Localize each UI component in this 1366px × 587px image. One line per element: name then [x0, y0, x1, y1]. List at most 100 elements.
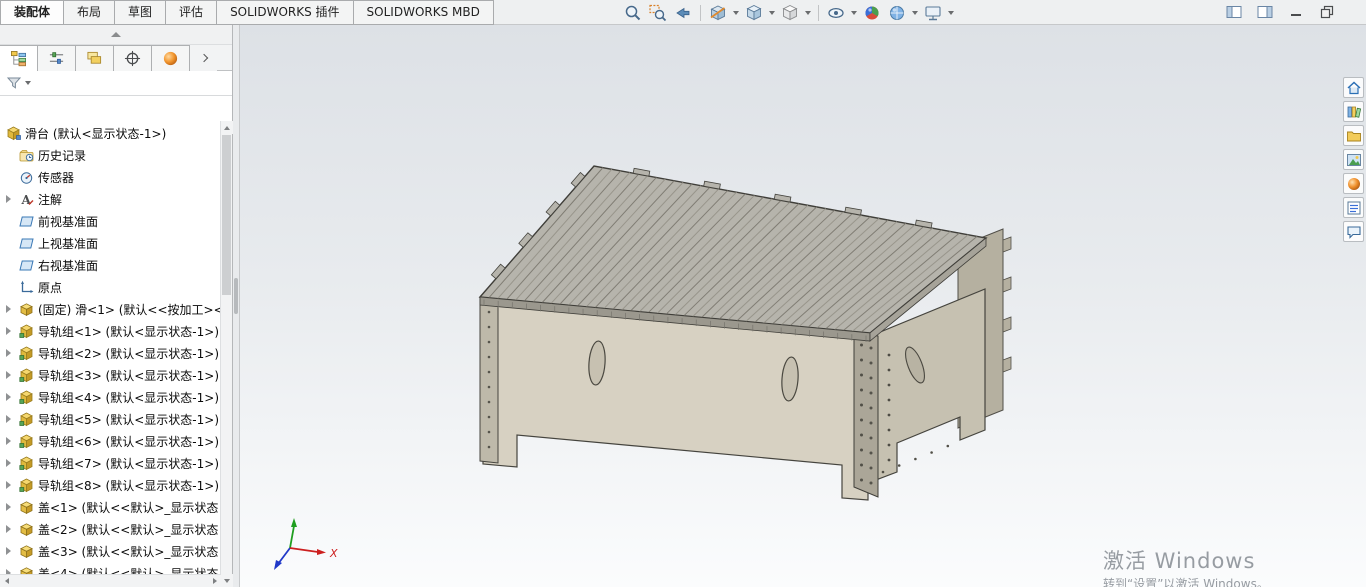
dropdown-caret-icon[interactable]	[805, 11, 811, 15]
scroll-right-arrow[interactable]	[208, 575, 221, 587]
ribbon-collapse-arrow-icon[interactable]	[111, 32, 121, 37]
tree-horizontal-scrollbar[interactable]	[0, 574, 221, 587]
expand-arrow-icon[interactable]	[6, 481, 18, 489]
tree-item[interactable]: 上视基准面	[0, 232, 220, 254]
scroll-down-arrow[interactable]	[221, 574, 233, 587]
file-explorer-button[interactable]	[1343, 125, 1364, 146]
tree-item[interactable]: 导轨组<3> (默认<显示状态-1>)	[0, 364, 220, 386]
dropdown-caret-icon[interactable]	[912, 11, 918, 15]
comments-button[interactable]	[1343, 221, 1364, 242]
tree-item[interactable]: 导轨组<8> (默认<显示状态-1>)	[0, 474, 220, 496]
annotation-icon: A	[18, 191, 34, 207]
panel-expand-arrow[interactable]	[190, 45, 217, 71]
tree-item[interactable]: 盖<1> (默认<<默认>_显示状态	[0, 496, 220, 518]
tab-featuremanager[interactable]	[0, 45, 38, 71]
filter-button[interactable]	[6, 75, 32, 91]
tab-configurationmanager[interactable]	[76, 45, 114, 71]
apply-scene-button[interactable]	[886, 2, 908, 24]
tree-item[interactable]: 导轨组<1> (默认<显示状态-1>)	[0, 320, 220, 342]
subassembly-icon	[18, 411, 34, 427]
tree-item[interactable]: 导轨组<7> (默认<显示状态-1>)	[0, 452, 220, 474]
minimize-button[interactable]	[1287, 4, 1305, 20]
appearances-icon	[1346, 176, 1362, 192]
expand-arrow-icon[interactable]	[6, 371, 18, 379]
panel-splitter[interactable]	[233, 25, 240, 587]
expand-arrow-icon[interactable]	[6, 525, 18, 533]
scroll-thumb[interactable]	[222, 135, 231, 295]
appearances-button[interactable]	[1343, 173, 1364, 194]
subassembly-icon	[18, 455, 34, 471]
edit-appearance-button[interactable]	[861, 2, 883, 24]
tree-item-label: 导轨组<8> (默认<显示状态-1>)	[38, 477, 219, 494]
tab-assembly[interactable]: 装配体	[0, 0, 64, 25]
tab-sketch[interactable]: 草图	[115, 0, 166, 25]
dropdown-caret-icon[interactable]	[769, 11, 775, 15]
expand-arrow-icon[interactable]	[6, 459, 18, 467]
window-controls	[1225, 4, 1336, 20]
tree-item[interactable]: 盖<4> (默认<<默认>_显示状态	[0, 562, 220, 574]
tab-evaluate[interactable]: 评估	[166, 0, 217, 25]
graphics-viewport[interactable]: X 激活 Windows 转到“设置”以激活 Windows。	[240, 25, 1366, 587]
scroll-up-arrow[interactable]	[221, 121, 233, 134]
tree-item[interactable]: 传感器	[0, 166, 220, 188]
view-orientation-button[interactable]	[743, 2, 765, 24]
previous-view-button[interactable]	[672, 2, 694, 24]
heads-up-view-toolbar	[622, 1, 955, 24]
view-settings-button[interactable]	[922, 2, 944, 24]
tree-item[interactable]: 原点	[0, 276, 220, 298]
expand-arrow-icon[interactable]	[6, 195, 18, 203]
dimxpertmanager-icon	[124, 50, 141, 67]
part-icon	[18, 565, 34, 574]
restore-window-button[interactable]	[1318, 4, 1336, 20]
collapse-taskpane-button[interactable]	[1225, 4, 1243, 20]
tree-item[interactable]: 导轨组<5> (默认<显示状态-1>)	[0, 408, 220, 430]
splitter-grip[interactable]	[234, 278, 238, 314]
expand-arrow-icon[interactable]	[6, 349, 18, 357]
view-palette-icon	[1346, 152, 1362, 168]
tab-layout[interactable]: 布局	[64, 0, 115, 25]
tree-vertical-scrollbar[interactable]	[220, 121, 232, 587]
tree-item[interactable]: 盖<3> (默认<<默认>_显示状态	[0, 540, 220, 562]
scroll-left-arrow[interactable]	[0, 575, 13, 587]
tree-item[interactable]: (固定) 滑<1> (默认<<按加工>< <	[0, 298, 220, 320]
tab-solidworks-mbd[interactable]: SOLIDWORKS MBD	[354, 0, 494, 25]
tree-item[interactable]: 导轨组<6> (默认<显示状态-1>)	[0, 430, 220, 452]
dropdown-caret-icon[interactable]	[733, 11, 739, 15]
design-library-button[interactable]	[1343, 101, 1364, 122]
svg-text:A: A	[20, 193, 31, 207]
model-3d-view[interactable]	[240, 25, 1366, 587]
plane-icon	[18, 213, 34, 229]
tab-displaymanager[interactable]	[152, 45, 190, 71]
tree-item[interactable]: A注解	[0, 188, 220, 210]
dropdown-caret-icon[interactable]	[851, 11, 857, 15]
tree-item[interactable]: 导轨组<4> (默认<显示状态-1>)	[0, 386, 220, 408]
expand-taskpane-button[interactable]	[1256, 4, 1274, 20]
tree-item[interactable]: 滑台 (默认<显示状态-1>)	[0, 122, 220, 144]
expand-arrow-icon[interactable]	[6, 393, 18, 401]
home-button[interactable]	[1343, 77, 1364, 98]
tree-item-label: 盖<2> (默认<<默认>_显示状态	[38, 521, 218, 538]
tree-item[interactable]: 右视基准面	[0, 254, 220, 276]
display-style-button[interactable]	[779, 2, 801, 24]
zoom-area-button[interactable]	[647, 2, 669, 24]
expand-arrow-icon[interactable]	[6, 415, 18, 423]
tab-solidworks-addins[interactable]: SOLIDWORKS 插件	[217, 0, 353, 25]
expand-arrow-icon[interactable]	[6, 327, 18, 335]
tree-item[interactable]: 导轨组<2> (默认<显示状态-1>)	[0, 342, 220, 364]
tab-propertymanager[interactable]	[38, 45, 76, 71]
view-palette-button[interactable]	[1343, 149, 1364, 170]
expand-arrow-icon[interactable]	[6, 437, 18, 445]
expand-arrow-icon[interactable]	[6, 547, 18, 555]
custom-properties-button[interactable]	[1343, 197, 1364, 218]
expand-arrow-icon[interactable]	[6, 305, 18, 313]
expand-arrow-icon[interactable]	[6, 503, 18, 511]
tree-item[interactable]: 盖<2> (默认<<默认>_显示状态	[0, 518, 220, 540]
section-view-button[interactable]	[707, 2, 729, 24]
tree-item-label: 导轨组<3> (默认<显示状态-1>)	[38, 367, 219, 384]
tree-item[interactable]: 历史记录	[0, 144, 220, 166]
dropdown-caret-icon[interactable]	[948, 11, 954, 15]
tree-item[interactable]: 前视基准面	[0, 210, 220, 232]
zoom-fit-button[interactable]	[622, 2, 644, 24]
hide-show-items-button[interactable]	[825, 2, 847, 24]
tab-dimxpertmanager[interactable]	[114, 45, 152, 71]
